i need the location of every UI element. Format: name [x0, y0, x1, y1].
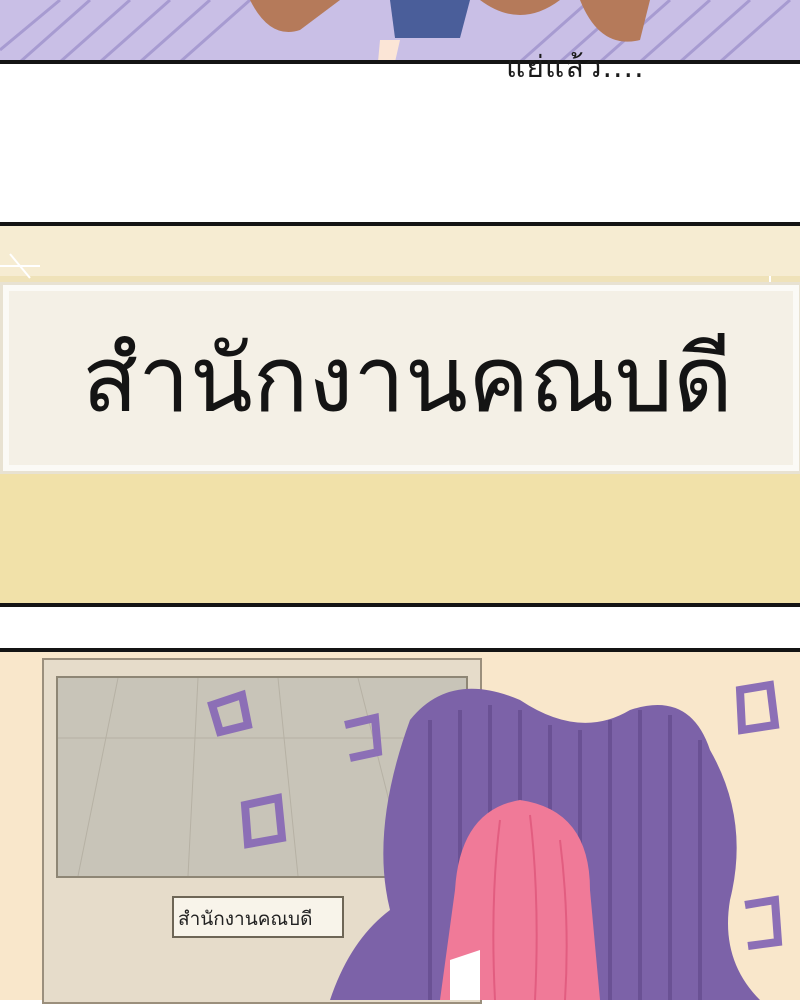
gloom-symbols	[207, 680, 783, 950]
office-sign-text: สำนักงานคณบดี	[82, 326, 733, 433]
gloom-symbol-icon	[344, 713, 383, 762]
panel-border	[0, 60, 800, 64]
gloom-symbol-icon	[744, 895, 783, 950]
speed-lines-background	[0, 0, 800, 62]
gloom-symbol-icon	[240, 793, 287, 849]
gloom-symbol-icon	[207, 689, 253, 737]
caption-text: แย่แล้ว....	[506, 50, 645, 85]
gloom-symbol-icon	[735, 680, 780, 735]
character-skirt	[390, 0, 470, 38]
top-comic-panel	[0, 0, 800, 62]
panel-border	[0, 603, 800, 607]
